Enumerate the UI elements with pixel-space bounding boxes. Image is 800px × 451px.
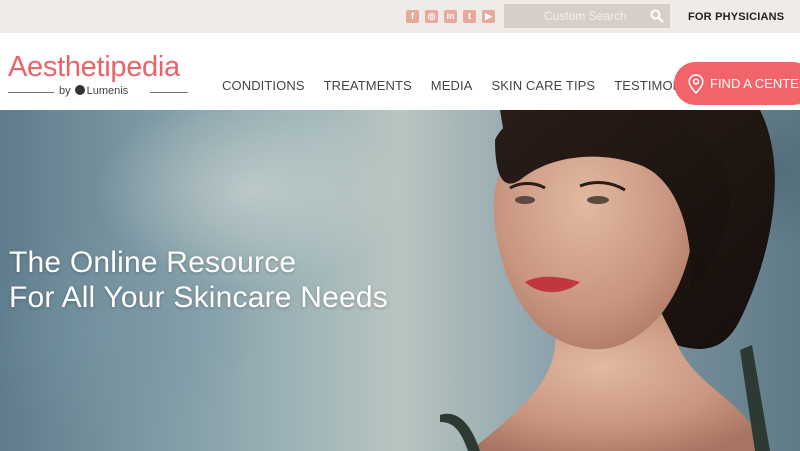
linkedin-icon[interactable]: in <box>444 10 457 23</box>
facebook-icon[interactable]: f <box>406 10 419 23</box>
main-header: Aesthetipedia by Lumenis CONDITIONS TREAT… <box>0 33 800 110</box>
nav-media[interactable]: MEDIA <box>431 78 473 93</box>
byline-company: Lumenis <box>86 85 129 97</box>
top-utility-bar: f ◎ in t ▶ FOR PHYSICIANS <box>0 0 800 33</box>
hero-headline-line1: The Online Resource <box>9 246 297 279</box>
for-physicians-link[interactable]: FOR PHYSICIANS <box>688 11 784 23</box>
youtube-icon[interactable]: ▶ <box>482 10 495 23</box>
logo-byline-text: by Lumenis <box>59 85 128 97</box>
nav-conditions[interactable]: CONDITIONS <box>222 78 305 93</box>
search-icon[interactable] <box>650 9 664 23</box>
find-a-center-label: FIND A CENTER <box>710 76 800 91</box>
find-a-center-button[interactable]: FIND A CENTER <box>674 62 800 105</box>
logo-byline: by Lumenis <box>8 85 190 99</box>
twitter-icon[interactable]: t <box>463 10 476 23</box>
search-input[interactable] <box>504 4 644 28</box>
logo-rule-left <box>8 92 54 93</box>
byline-by: by <box>59 85 71 97</box>
nav-skin-care-tips[interactable]: SKIN CARE TIPS <box>491 78 595 93</box>
main-nav: CONDITIONS TREATMENTS MEDIA SKIN CARE TI… <box>222 78 730 93</box>
social-links: f ◎ in t ▶ <box>406 10 495 23</box>
nav-treatments[interactable]: TREATMENTS <box>324 78 412 93</box>
lumenis-mark-icon <box>74 85 85 95</box>
hero-headline: The Online Resource For All Your Skincar… <box>9 245 388 315</box>
logo-brand: Aesthetipedia <box>8 51 180 83</box>
hero-headline-line2: For All Your Skincare Needs <box>9 281 388 314</box>
hero-banner: The Online Resource For All Your Skincar… <box>0 110 800 451</box>
logo[interactable]: Aesthetipedia by Lumenis <box>8 51 190 99</box>
logo-rule-right <box>150 92 188 93</box>
search-box <box>504 4 670 28</box>
instagram-icon[interactable]: ◎ <box>425 10 438 23</box>
map-pin-icon <box>688 73 704 94</box>
